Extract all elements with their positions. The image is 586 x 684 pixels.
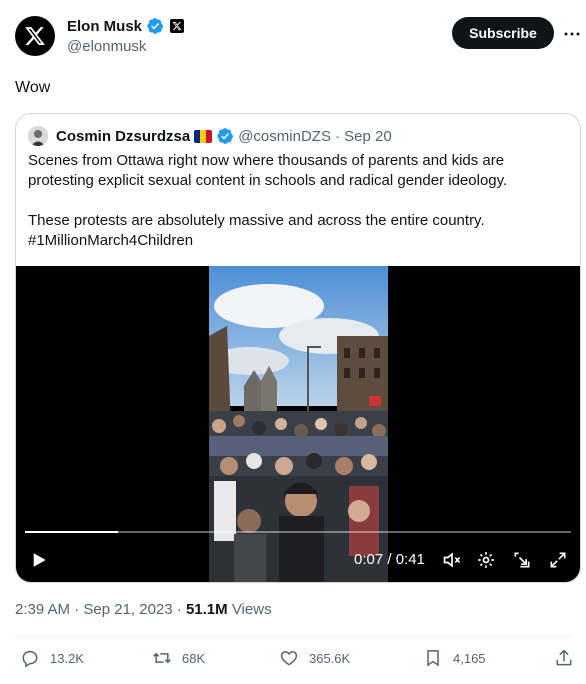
author-name-row: Elon Musk xyxy=(67,17,185,35)
mute-icon[interactable] xyxy=(440,548,464,572)
divider xyxy=(15,636,571,637)
subscribe-button[interactable]: Subscribe xyxy=(452,17,554,49)
tweet-meta: 2:39 AM · Sep 21, 2023 · 51.1M Views xyxy=(15,601,272,618)
fullscreen-icon[interactable] xyxy=(546,548,570,572)
verified-badge-icon xyxy=(147,18,164,34)
heart-icon xyxy=(280,651,298,666)
pop-out-icon[interactable] xyxy=(510,548,534,572)
repost-icon xyxy=(153,652,171,664)
play-icon[interactable] xyxy=(28,548,50,572)
quoted-tweet-header: Cosmin Dzsurdzsa @cosminDZS · Sep 20 xyxy=(28,126,392,146)
author-handle[interactable]: @elonmusk xyxy=(67,38,146,55)
reply-icon xyxy=(22,651,38,668)
quoted-tweet[interactable]: Cosmin Dzsurdzsa @cosminDZS · Sep 20 Sce… xyxy=(15,113,581,583)
views-count: 51.1M xyxy=(185,601,228,618)
bookmark-icon xyxy=(427,650,439,667)
author-name[interactable]: Elon Musk xyxy=(67,18,142,35)
x-logo-icon xyxy=(25,27,45,45)
romania-flag-icon xyxy=(194,129,213,143)
tweet-timestamp[interactable]: 2:39 AM · Sep 21, 2023 · xyxy=(15,601,186,618)
video-progress-bar[interactable] xyxy=(25,531,571,533)
quoted-tweet-date[interactable]: · Sep 20 xyxy=(335,128,392,145)
reply-count: 13.2K xyxy=(50,650,84,666)
like-count: 365.6K xyxy=(309,650,351,666)
video-frame xyxy=(209,266,388,582)
more-options-icon[interactable] xyxy=(562,24,582,44)
quoted-text-paragraph-1: Scenes from Ottawa right now where thous… xyxy=(28,152,508,189)
repost-count: 68K xyxy=(182,650,206,666)
quoted-author-avatar[interactable] xyxy=(28,126,48,146)
quoted-author-name[interactable]: Cosmin Dzsurdzsa xyxy=(56,128,190,145)
video-player[interactable]: 0:07 / 0:41 xyxy=(16,266,580,582)
x-affiliate-badge-icon xyxy=(170,19,185,33)
action-bar: 13.2K 68K 365.6K 4,165 xyxy=(0,648,586,674)
like-button[interactable]: 365.6K xyxy=(279,648,350,668)
bookmark-count: 4,165 xyxy=(453,650,486,666)
verified-badge-icon xyxy=(217,128,234,144)
quoted-text-paragraph-2: These protests are absolutely massive an… xyxy=(28,212,485,229)
share-button[interactable] xyxy=(554,648,574,668)
bookmark-button[interactable]: 4,165 xyxy=(423,648,486,668)
quoted-author-handle[interactable]: @cosminDZS xyxy=(238,128,331,145)
video-time: 0:07 / 0:41 xyxy=(354,551,425,568)
quoted-tweet-text: Scenes from Ottawa right now where thous… xyxy=(28,151,568,251)
views-label: Views xyxy=(227,601,272,618)
video-progress-fill xyxy=(25,531,118,533)
repost-button[interactable]: 68K xyxy=(152,648,205,668)
author-avatar[interactable] xyxy=(15,16,55,56)
tweet-text: Wow xyxy=(15,79,51,96)
reply-button[interactable]: 13.2K xyxy=(20,648,84,668)
settings-icon[interactable] xyxy=(474,548,498,572)
share-icon xyxy=(556,649,572,666)
hashtag-link[interactable]: #1MillionMarch4Children xyxy=(28,231,568,251)
